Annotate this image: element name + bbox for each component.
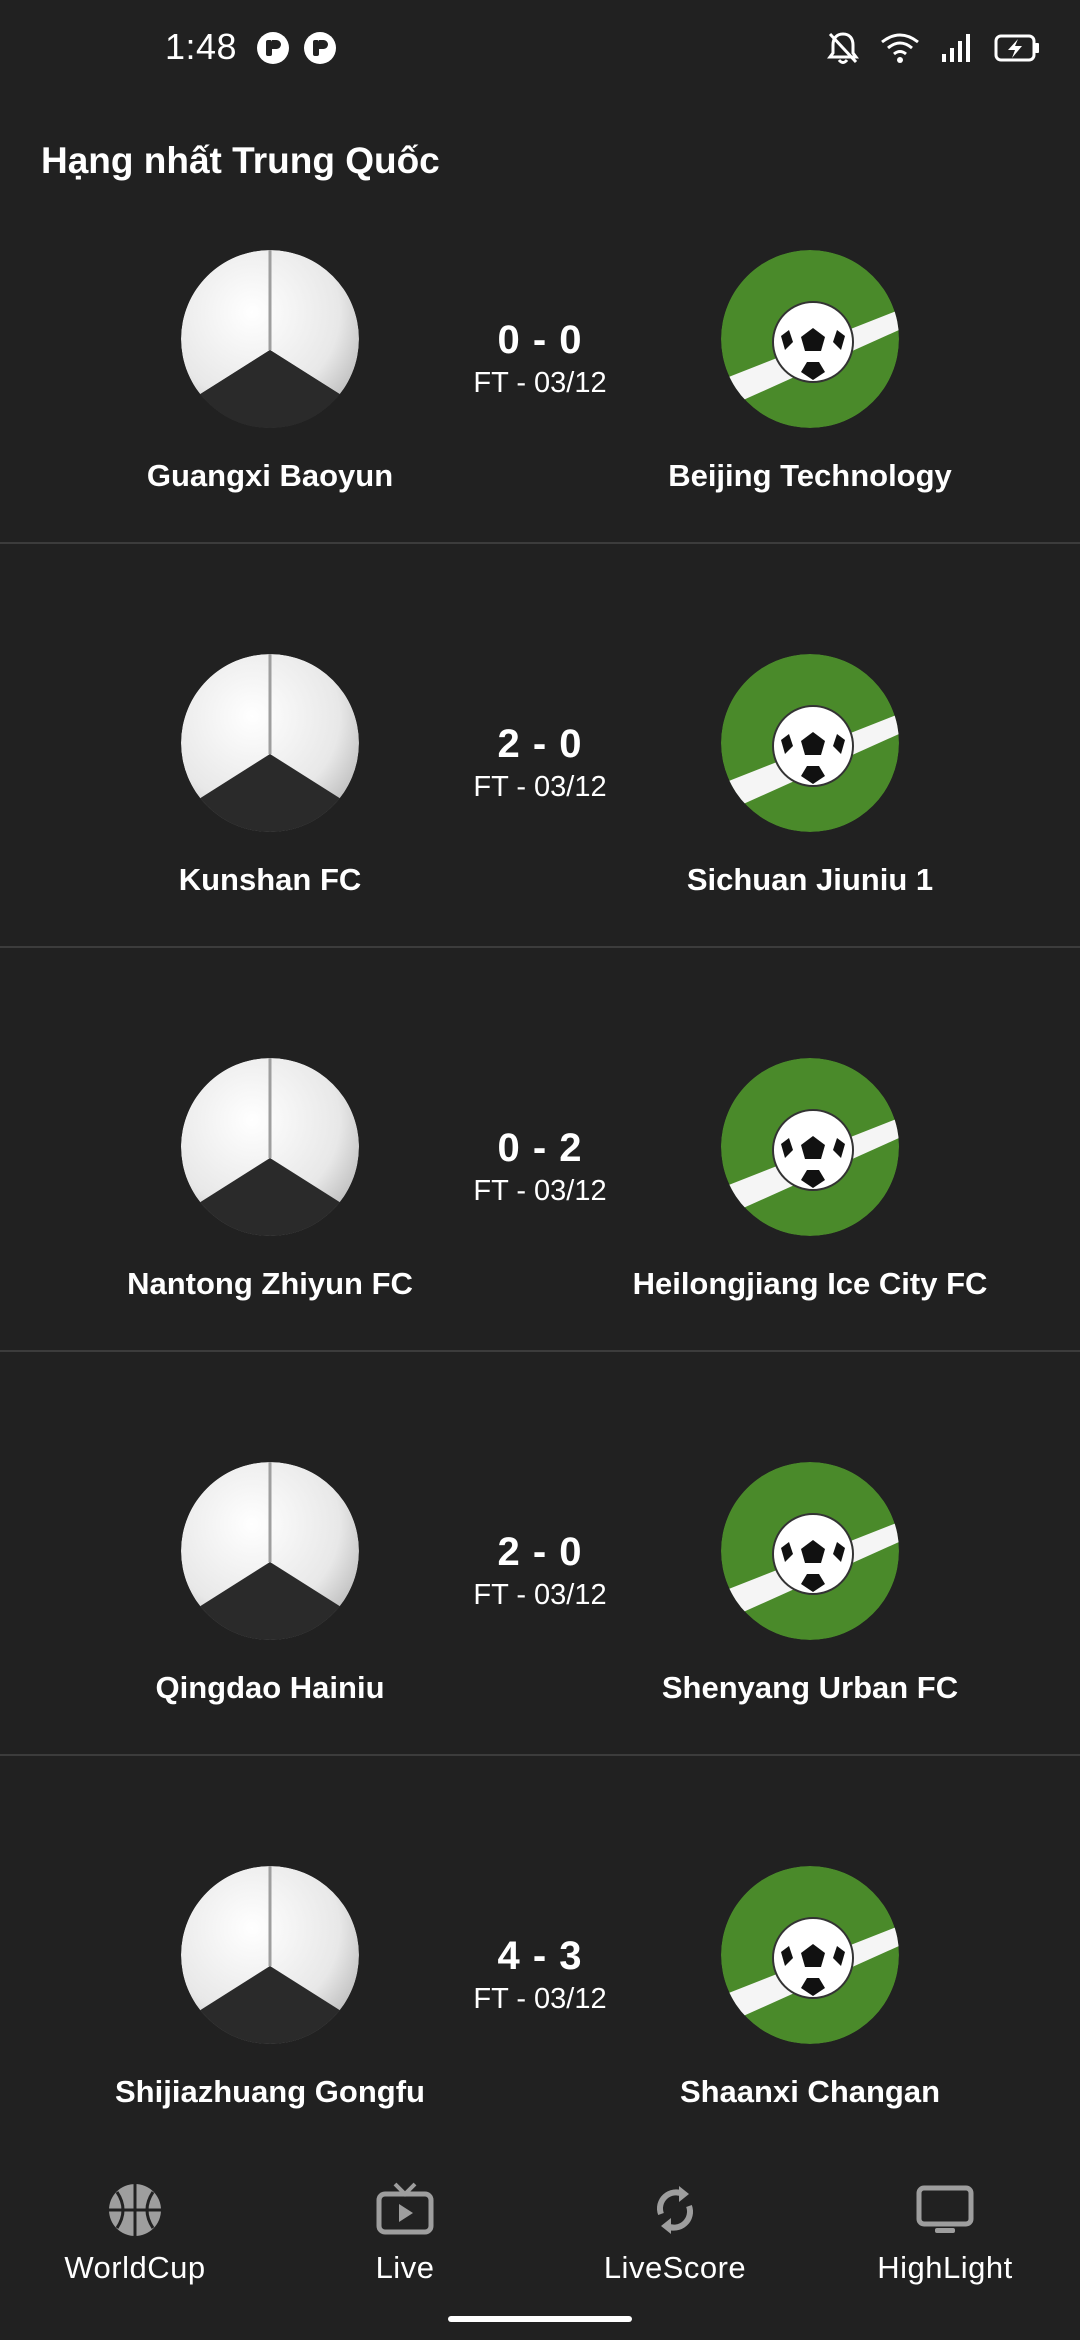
away-team-logo (721, 1058, 899, 1236)
divider (0, 1754, 1080, 1756)
away-team: Heilongjiang Ice City FC (600, 1058, 1020, 1302)
app-screen: 1:48 Hạng nhất Trung Quốc Guangxi Baoyun… (0, 0, 1080, 2340)
home-team-name: Kunshan FC (178, 862, 362, 897)
status-bar: 1:48 (0, 0, 1080, 96)
away-team-logo (721, 1462, 899, 1640)
match-card[interactable]: Nantong Zhiyun FC 0 - 2 FT - 03/12 Heilo… (0, 1058, 1080, 1462)
divider (0, 1350, 1080, 1352)
home-team-name: Qingdao Hainiu (155, 1670, 385, 1705)
home-team-logo (181, 654, 359, 832)
nav-item-livescore[interactable]: LiveScore (540, 2180, 810, 2286)
away-team-name: Beijing Technology (668, 458, 952, 493)
home-team-name: Guangxi Baoyun (146, 458, 394, 493)
home-team-name: Shijiazhuang Gongfu (115, 2074, 425, 2109)
home-team: Guangxi Baoyun (60, 250, 480, 494)
monitor-icon (916, 2185, 974, 2233)
home-team-logo (181, 1058, 359, 1236)
home-indicator[interactable] (448, 2316, 632, 2322)
home-team-logo (181, 250, 359, 428)
away-team: Beijing Technology (600, 250, 1020, 494)
away-team-name: Shaanxi Changan (679, 2074, 941, 2109)
basketball-icon (109, 2184, 161, 2236)
home-team: Qingdao Hainiu (60, 1462, 480, 1706)
home-team: Nantong Zhiyun FC (60, 1058, 480, 1302)
home-team: Kunshan FC (60, 654, 480, 898)
home-team: Shijiazhuang Gongfu (60, 1866, 480, 2110)
away-team-name: Sichuan Jiuniu 1 (686, 862, 934, 897)
nav-item-live[interactable]: Live (270, 2180, 540, 2286)
app-notification-icon (304, 32, 336, 64)
home-team-name: Nantong Zhiyun FC (127, 1266, 413, 1301)
bottom-nav: WorldCup Live LiveScore HighLight (0, 2150, 1080, 2340)
divider (0, 946, 1080, 948)
refresh-icon (656, 2186, 694, 2234)
league-title: Hạng nhất Trung Quốc (41, 140, 440, 181)
match-card[interactable]: Qingdao Hainiu 2 - 0 FT - 03/12 Shenyang… (0, 1462, 1080, 1866)
nav-item-worldcup[interactable]: WorldCup (0, 2180, 270, 2286)
away-team-logo (721, 250, 899, 428)
away-team-logo (721, 654, 899, 832)
away-team: Shaanxi Changan (600, 1866, 1020, 2110)
nav-label: Live (375, 2250, 435, 2285)
app-notification-icon (257, 32, 289, 64)
cellular-signal-icon (940, 32, 974, 64)
away-team-logo (721, 1866, 899, 2044)
home-team-logo (181, 1866, 359, 2044)
match-card[interactable]: Guangxi Baoyun 0 - 0 FT - 03/12 Beijing … (0, 250, 1080, 654)
home-team-logo (181, 1462, 359, 1640)
away-team: Shenyang Urban FC (600, 1462, 1020, 1706)
status-icons (826, 28, 1040, 68)
nav-label: HighLight (877, 2250, 1013, 2285)
nav-label: LiveScore (603, 2250, 747, 2285)
match-card[interactable]: Kunshan FC 2 - 0 FT - 03/12 Sichuan Jiun… (0, 654, 1080, 1058)
nav-item-highlight[interactable]: HighLight (810, 2180, 1080, 2286)
nav-label: WorldCup (64, 2250, 206, 2285)
wifi-icon (880, 32, 920, 64)
tv-play-icon (376, 2182, 434, 2235)
bell-off-icon (826, 30, 860, 66)
status-time: 1:48 (165, 26, 238, 67)
battery-charging-icon (994, 34, 1040, 62)
away-team: Sichuan Jiuniu 1 (600, 654, 1020, 898)
divider (0, 542, 1080, 544)
away-team-name: Shenyang Urban FC (661, 1670, 959, 1705)
away-team-name: Heilongjiang Ice City FC (632, 1266, 988, 1301)
